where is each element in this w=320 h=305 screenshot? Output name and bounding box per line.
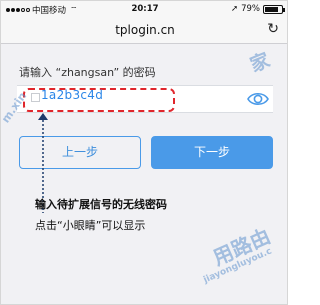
reload-icon[interactable]: ↻ (267, 21, 279, 37)
address-url[interactable]: tplogin.cn (1, 23, 287, 37)
password-field[interactable]: 1a2b3c4d (17, 85, 273, 113)
phone-screen: 中国移动 ⌔ 20:17 ➚ 79% tplogin.cn ↻ 请输入 “zha… (0, 0, 288, 305)
status-right: ➚ 79% (230, 4, 285, 14)
battery-icon (263, 4, 285, 14)
password-prompt: 请输入 “zhangsan” 的密码 (19, 66, 156, 79)
password-input[interactable]: 1a2b3c4d (41, 88, 103, 102)
page-content: 请输入 “zhangsan” 的密码 1a2b3c4d 上一步 下一步 输入待扩… (1, 44, 287, 304)
location-icon: ➚ (230, 4, 239, 14)
status-bar: 中国移动 ⌔ 20:17 ➚ 79% (1, 1, 287, 18)
annotation-line-2: 点击“小眼睛”可以显示 (35, 219, 146, 232)
battery-percent: 79% (241, 4, 260, 14)
lock-icon (31, 93, 40, 102)
annotation-line-1: 输入待扩展信号的无线密码 (35, 198, 167, 211)
browser-address-bar[interactable]: tplogin.cn ↻ (1, 18, 287, 44)
next-step-button[interactable]: 下一步 (151, 136, 273, 169)
eye-icon[interactable] (247, 90, 269, 108)
